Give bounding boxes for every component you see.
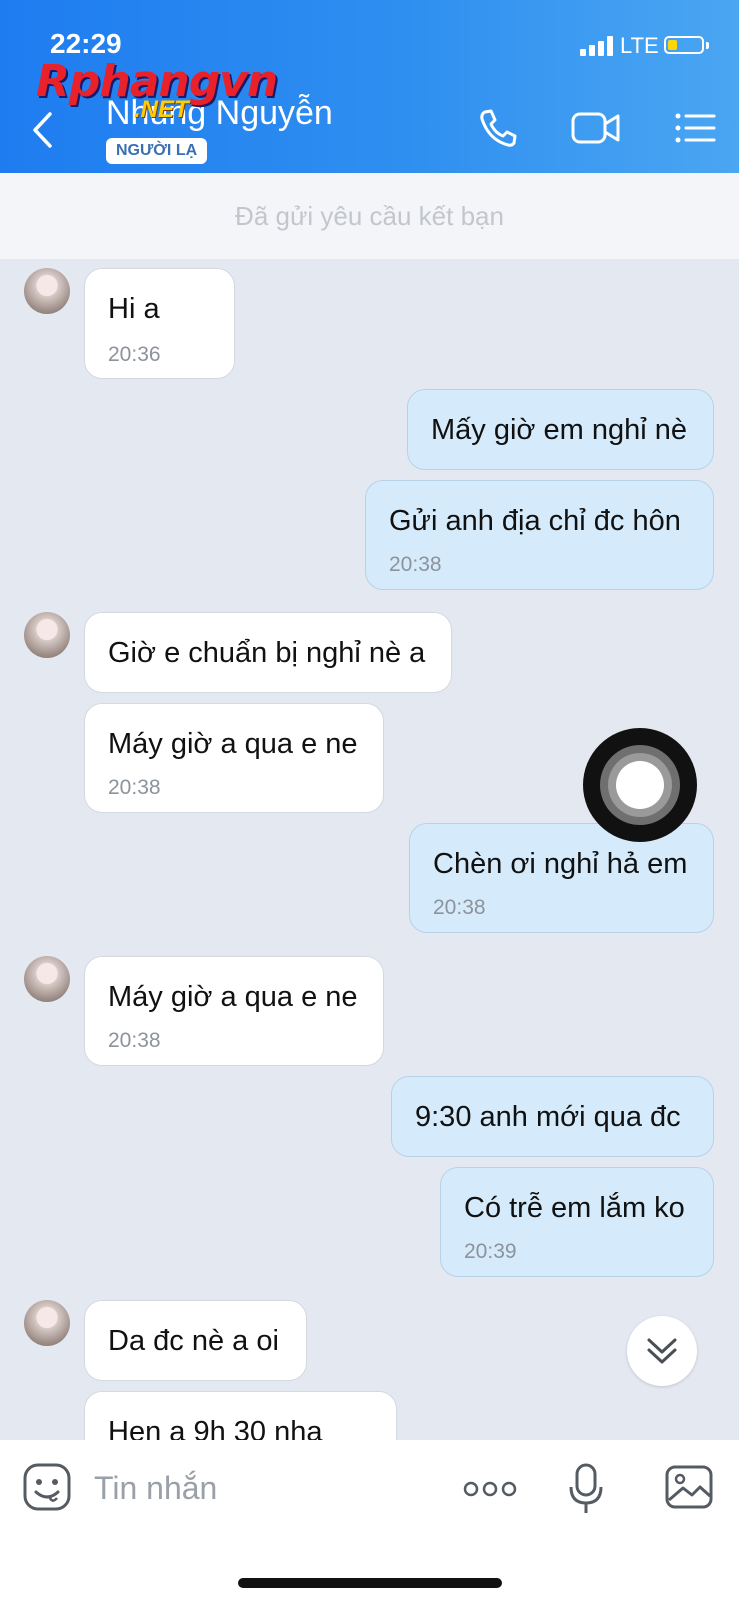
more-options-button[interactable] bbox=[462, 1474, 518, 1509]
message-text: Hi a bbox=[108, 293, 160, 325]
message-text: Máy giờ a qua e ne bbox=[108, 981, 358, 1013]
video-call-button[interactable] bbox=[570, 106, 622, 155]
voice-button[interactable] bbox=[566, 1462, 606, 1521]
chat-header: 22:29 LTE Nhung Nguyễn NGƯỜI LẠ Rphangvn… bbox=[0, 0, 739, 173]
message-time: 20:38 bbox=[389, 553, 442, 576]
double-chevron-down-icon bbox=[647, 1338, 677, 1364]
battery-tip bbox=[706, 42, 709, 49]
emoji-sticker-icon bbox=[23, 1463, 71, 1511]
message-input-bar: Tin nhắn bbox=[0, 1440, 739, 1600]
message-bubble-outgoing[interactable]: 9:30 anh mới qua đc bbox=[391, 1076, 714, 1157]
message-text: Giờ e chuẩn bị nghỉ nè a bbox=[108, 637, 426, 669]
image-icon bbox=[665, 1465, 713, 1509]
phone-icon bbox=[480, 109, 517, 147]
watermark-logo: Rphangvn .NET bbox=[36, 56, 278, 126]
call-button[interactable] bbox=[476, 106, 520, 155]
signal-icon bbox=[580, 36, 614, 56]
message-time: 20:39 bbox=[464, 1240, 517, 1263]
avatar[interactable] bbox=[24, 612, 70, 658]
message-bubble-outgoing[interactable]: Chèn ơi nghỉ hả em 20:38 bbox=[409, 823, 714, 933]
message-text: Mấy giờ em nghỉ nè bbox=[431, 414, 687, 446]
message-bubble-outgoing[interactable]: Gửi anh địa chỉ đc hôn 20:38 bbox=[365, 480, 714, 590]
network-label: LTE bbox=[620, 33, 659, 58]
message-time: 20:38 bbox=[108, 776, 161, 799]
home-indicator[interactable] bbox=[238, 1578, 502, 1588]
message-bubble-incoming[interactable]: Máy giờ a qua e ne 20:38 bbox=[84, 956, 384, 1066]
watermark-sub: .NET bbox=[134, 96, 189, 123]
avatar[interactable] bbox=[24, 956, 70, 1002]
image-button[interactable] bbox=[664, 1464, 714, 1515]
avatar[interactable] bbox=[24, 268, 70, 314]
message-bubble-incoming[interactable]: Hi a 20:36 bbox=[84, 268, 235, 379]
menu-button[interactable] bbox=[674, 106, 716, 155]
friend-request-banner: Đã gửi yêu cầu kết bạn bbox=[0, 173, 739, 259]
stranger-badge: NGƯỜI LẠ bbox=[106, 138, 208, 164]
message-time: 20:38 bbox=[108, 1029, 161, 1052]
message-time: 20:38 bbox=[433, 896, 486, 919]
message-time: 20:36 bbox=[108, 343, 161, 366]
message-text: Máy giờ a qua e ne bbox=[108, 728, 358, 760]
message-bubble-incoming[interactable]: Giờ e chuẩn bị nghỉ nè a bbox=[84, 612, 452, 693]
message-bubble-outgoing[interactable]: Có trễ em lắm ko 20:39 bbox=[440, 1167, 714, 1277]
sticker-button[interactable] bbox=[22, 1462, 72, 1517]
message-text: 9:30 anh mới qua đc bbox=[415, 1101, 681, 1133]
message-text: Da đc nè a oi bbox=[108, 1325, 279, 1357]
message-text: Có trễ em lắm ko bbox=[464, 1192, 685, 1224]
microphone-icon bbox=[569, 1463, 603, 1513]
avatar[interactable] bbox=[24, 1300, 70, 1346]
message-input[interactable]: Tin nhắn bbox=[94, 1470, 217, 1507]
message-text: Gửi anh địa chỉ đc hôn bbox=[389, 505, 681, 537]
battery-icon bbox=[664, 36, 704, 54]
message-bubble-outgoing[interactable]: Mấy giờ em nghỉ nè bbox=[407, 389, 714, 470]
list-menu-icon bbox=[675, 113, 716, 143]
more-dots-icon bbox=[463, 1481, 517, 1497]
message-bubble-incoming[interactable]: Da đc nè a oi bbox=[84, 1300, 307, 1381]
scroll-to-bottom-button[interactable] bbox=[627, 1316, 697, 1386]
message-bubble-incoming[interactable]: Máy giờ a qua e ne 20:38 bbox=[84, 703, 384, 813]
message-text: Chèn ơi nghỉ hả em bbox=[433, 848, 688, 880]
assistive-touch-button[interactable] bbox=[583, 728, 697, 842]
video-camera-icon bbox=[571, 112, 620, 144]
